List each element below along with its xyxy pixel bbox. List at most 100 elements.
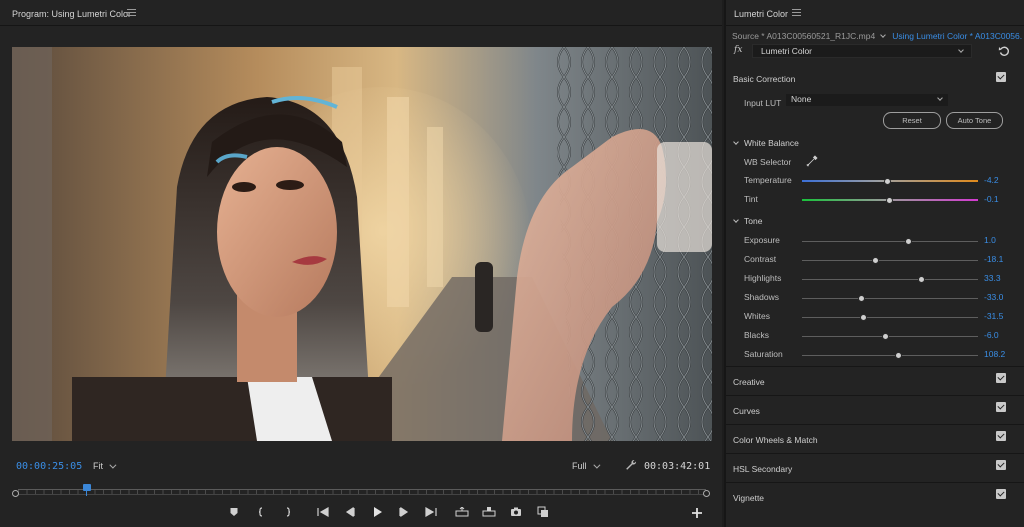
current-timecode[interactable]: 00:00:25:05 (16, 461, 82, 472)
export-frame-button[interactable] (502, 503, 529, 521)
temperature-value[interactable]: -4.2 (984, 175, 999, 185)
basic-correction-title[interactable]: Basic Correction (733, 74, 795, 84)
chevron-down-icon (958, 47, 964, 53)
creative-section[interactable]: Creative (726, 366, 1024, 396)
shadows-thumb[interactable] (857, 295, 865, 302)
color-wheels-section[interactable]: Color Wheels & Match (726, 424, 1024, 454)
highlights-value[interactable]: 33.3 (984, 273, 1001, 283)
tone-header[interactable]: Tone (733, 216, 762, 226)
zoom-handle-start[interactable] (12, 490, 19, 497)
white-balance-header[interactable]: White Balance (733, 138, 799, 148)
exposure-label: Exposure (744, 235, 780, 245)
blacks-value[interactable]: -6.0 (984, 330, 999, 340)
hamburger-menu-icon[interactable] (127, 9, 136, 16)
auto-tone-button[interactable]: Auto Tone (946, 112, 1003, 129)
contrast-value[interactable]: -18.1 (984, 254, 1003, 264)
curves-title[interactable]: Curves (733, 406, 760, 416)
exposure-value[interactable]: 1.0 (984, 235, 996, 245)
mini-timeline[interactable] (12, 484, 710, 502)
play-icon (373, 507, 382, 517)
step-forward-icon (398, 507, 408, 517)
highlights-track[interactable] (802, 279, 978, 280)
saturation-thumb[interactable] (894, 352, 902, 359)
shadows-track[interactable] (802, 298, 978, 299)
transport-controls (220, 503, 556, 521)
step-back-icon (345, 507, 355, 517)
shadows-value[interactable]: -33.0 (984, 292, 1003, 302)
zoom-handle-end[interactable] (703, 490, 710, 497)
hamburger-menu-icon[interactable] (792, 9, 801, 16)
lumetri-panel-title[interactable]: Lumetri Color (734, 9, 788, 19)
creative-checkbox[interactable] (996, 373, 1006, 383)
program-video-frame[interactable] (12, 47, 712, 441)
color-wheels-checkbox[interactable] (996, 431, 1006, 441)
playback-resolution-label: Full (572, 461, 587, 471)
chevron-down-icon[interactable] (880, 32, 887, 38)
eyedropper-icon[interactable] (806, 155, 818, 167)
chevron-down-icon (592, 461, 600, 469)
vignette-checkbox[interactable] (996, 489, 1006, 499)
temperature-thumb[interactable] (884, 178, 892, 185)
whites-track[interactable] (802, 317, 978, 318)
mark-out-button[interactable] (274, 503, 301, 521)
sequence-clip-label[interactable]: Using Lumetri Color * A013C0056... (892, 31, 1022, 41)
tint-thumb[interactable] (886, 197, 893, 204)
go-to-out-icon (424, 507, 437, 517)
step-forward-button[interactable] (390, 503, 417, 521)
blacks-thumb[interactable] (882, 333, 890, 340)
clip-selector[interactable]: Source * A013C00560521_R1JC.mp4 Using Lum… (732, 31, 1022, 41)
lumetri-color-panel: Lumetri Color Source * A013C00560521_R1J… (724, 0, 1024, 527)
go-to-out-button[interactable] (417, 503, 444, 521)
tint-value[interactable]: -0.1 (984, 194, 999, 204)
contrast-track[interactable] (802, 260, 978, 261)
hsl-secondary-checkbox[interactable] (996, 460, 1006, 470)
shadows-label: Shadows (744, 292, 779, 302)
mark-in-button[interactable] (247, 503, 274, 521)
basic-correction-checkbox[interactable] (996, 72, 1006, 82)
whites-thumb[interactable] (859, 314, 867, 321)
curves-section[interactable]: Curves (726, 395, 1024, 425)
lift-button[interactable] (448, 503, 475, 521)
playback-resolution-dropdown[interactable]: Full (572, 459, 618, 473)
contrast-slider-row: Contrast -18.1 (726, 254, 1024, 266)
playhead[interactable] (82, 484, 91, 496)
curves-checkbox[interactable] (996, 402, 1006, 412)
hsl-secondary-section[interactable]: HSL Secondary (726, 453, 1024, 483)
exposure-thumb[interactable] (905, 238, 913, 245)
input-lut-dropdown[interactable]: None (786, 94, 948, 106)
compare-view-button[interactable] (529, 503, 556, 521)
add-button-icon[interactable] (690, 506, 704, 520)
chevron-down-icon (109, 461, 117, 469)
creative-title[interactable]: Creative (733, 377, 765, 387)
play-button[interactable] (363, 503, 390, 521)
temperature-slider-row: Temperature -4.2 (726, 175, 1024, 187)
vignette-section[interactable]: Vignette (726, 482, 1024, 527)
wrench-icon[interactable] (625, 459, 637, 471)
contrast-thumb[interactable] (871, 257, 879, 264)
go-to-in-button[interactable] (309, 503, 336, 521)
reset-icon[interactable] (998, 45, 1010, 57)
duration-timecode: 00:03:42:01 (644, 461, 711, 472)
timeline-track (16, 494, 708, 495)
highlights-thumb[interactable] (917, 276, 925, 283)
extract-button[interactable] (475, 503, 502, 521)
step-back-button[interactable] (336, 503, 363, 521)
reset-button[interactable]: Reset (883, 112, 941, 129)
vignette-title[interactable]: Vignette (733, 493, 764, 503)
zoom-fit-dropdown[interactable]: Fit (93, 459, 137, 473)
program-panel-title[interactable]: Program: Using Lumetri Color (12, 9, 131, 19)
disclosure-triangle-icon (733, 217, 739, 223)
color-wheels-title[interactable]: Color Wheels & Match (733, 435, 818, 445)
add-marker-button[interactable] (220, 503, 247, 521)
fx-label: fx (734, 45, 743, 55)
saturation-value[interactable]: 108.2 (984, 349, 1005, 359)
exposure-track[interactable] (802, 241, 978, 242)
temperature-label: Temperature (744, 175, 792, 185)
effect-dropdown[interactable]: Lumetri Color (752, 44, 972, 58)
source-clip-label[interactable]: Source * A013C00560521_R1JC.mp4 (732, 31, 875, 41)
whites-value[interactable]: -31.5 (984, 311, 1003, 321)
mark-out-icon (286, 507, 290, 517)
hsl-secondary-title[interactable]: HSL Secondary (733, 464, 792, 474)
saturation-track[interactable] (802, 355, 978, 356)
blacks-track[interactable] (802, 336, 978, 337)
